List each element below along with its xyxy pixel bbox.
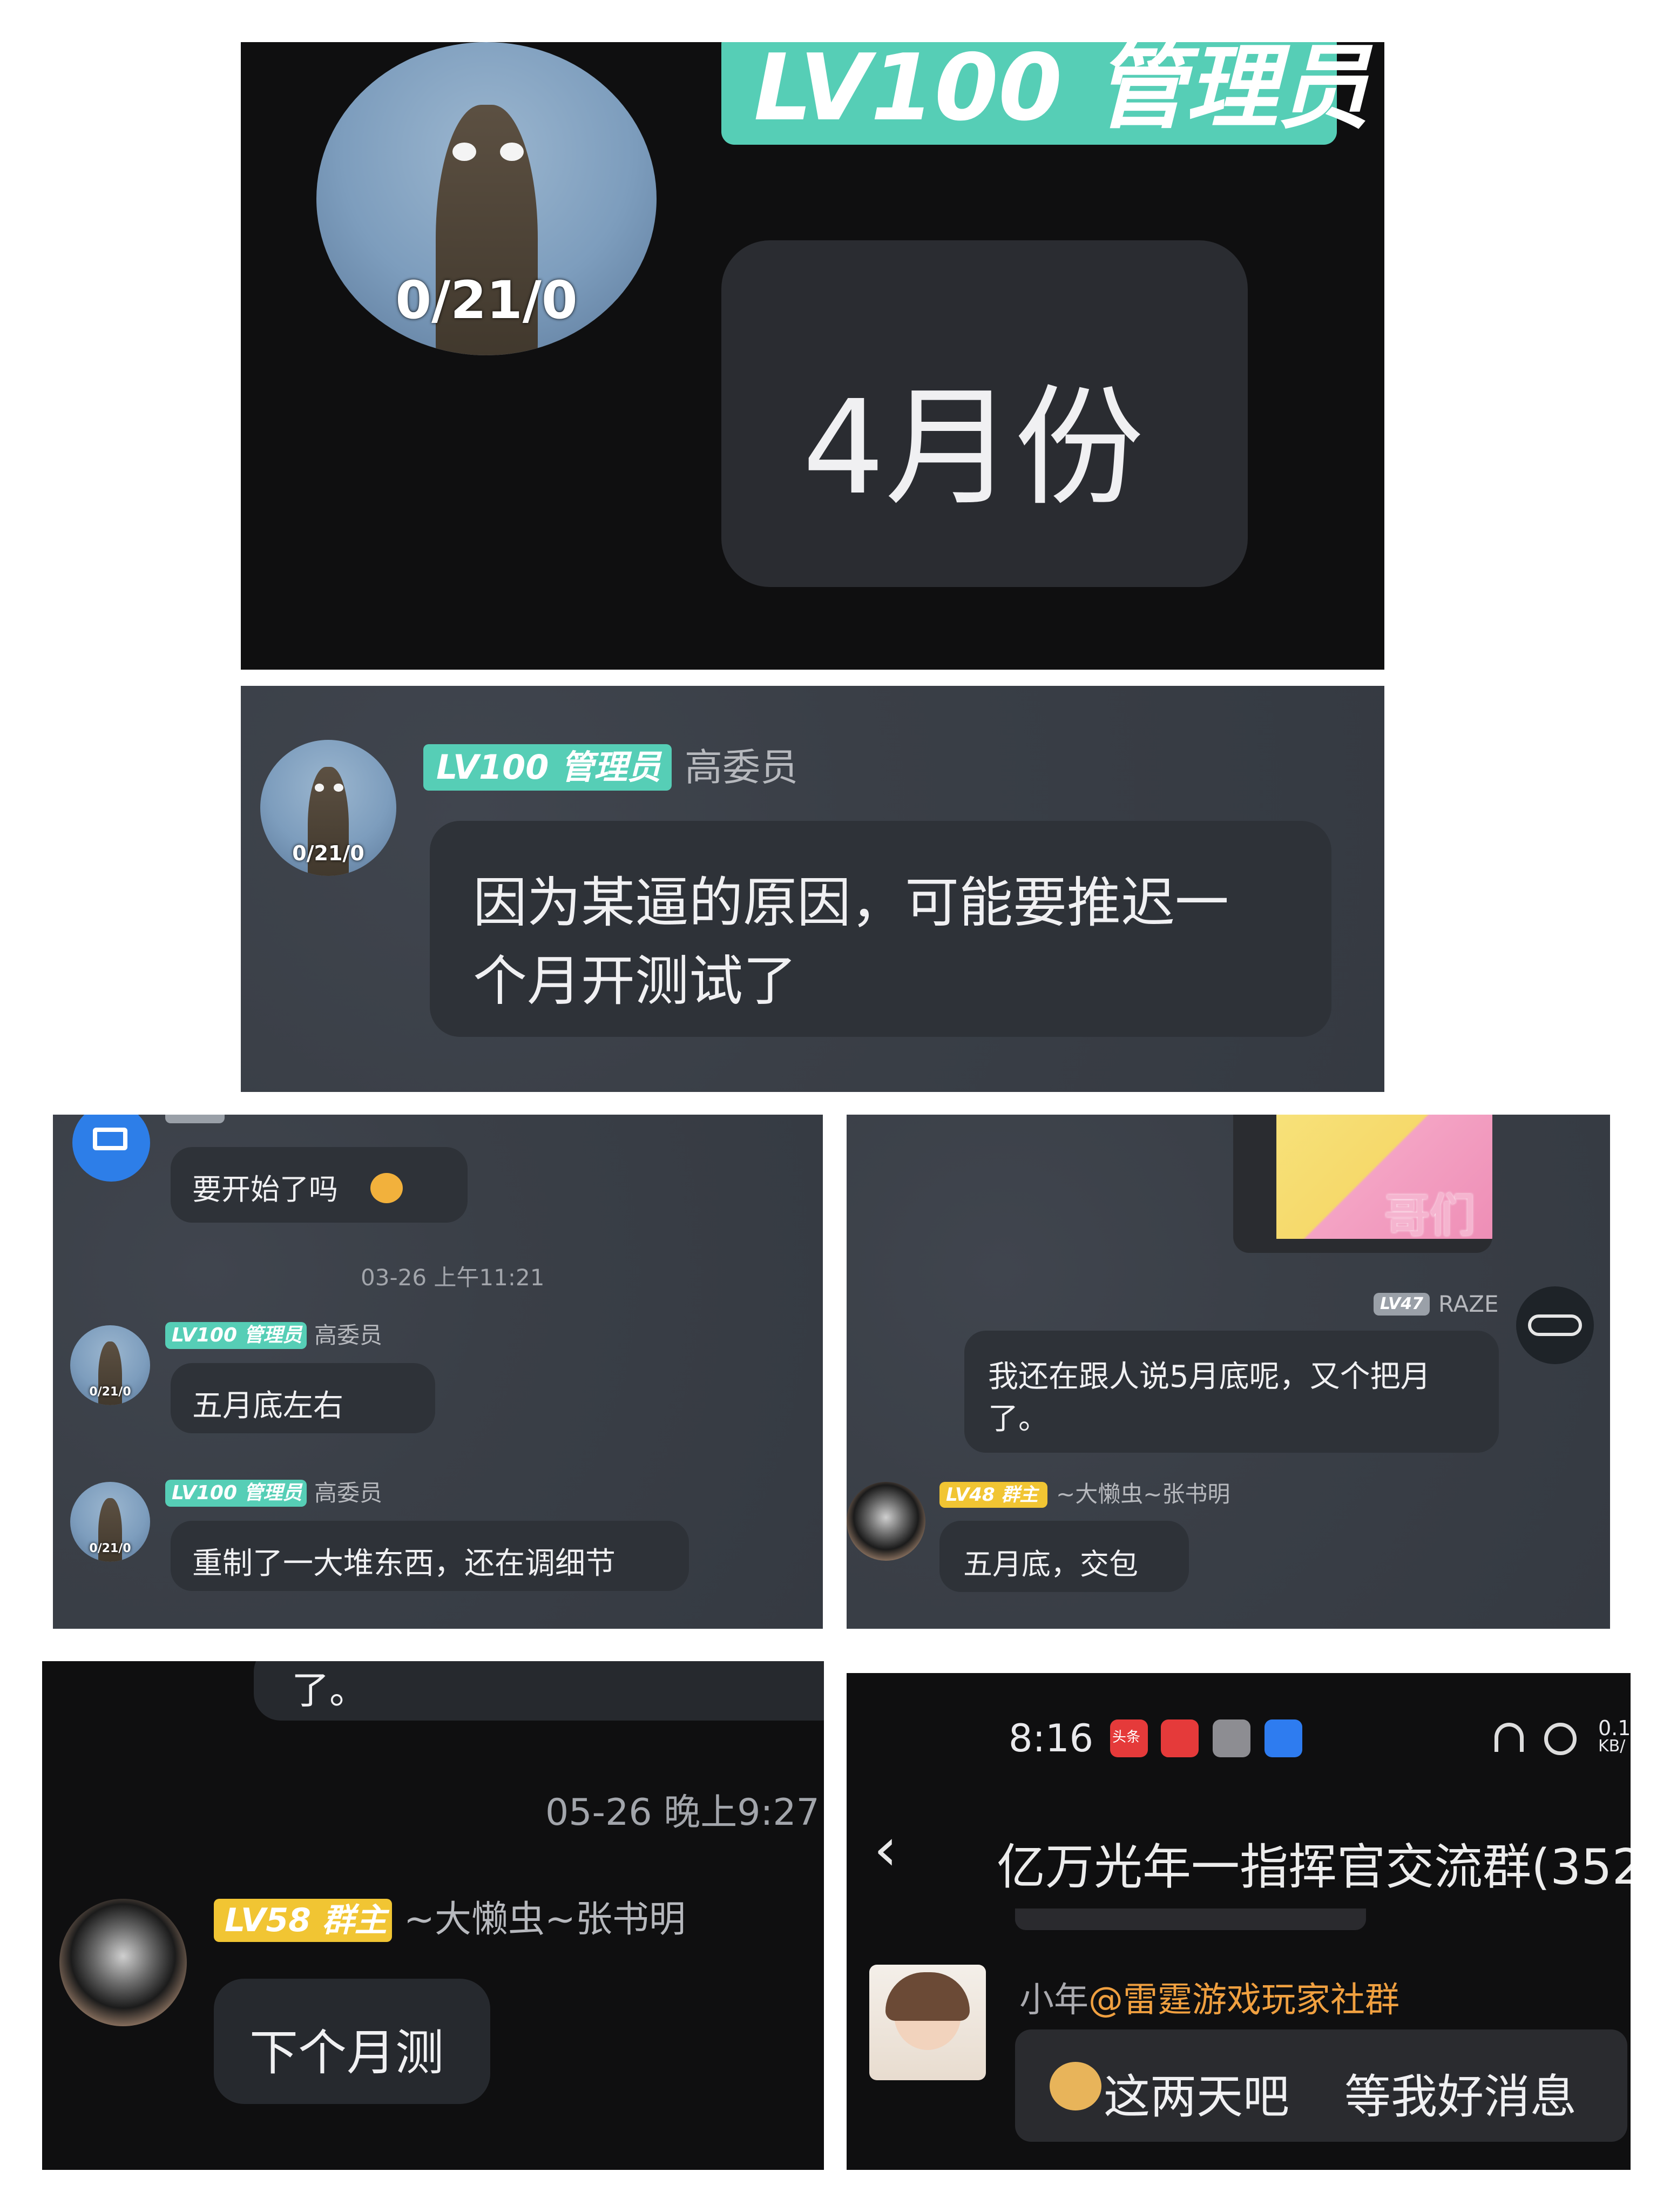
chat-title: 亿万光年一指挥官交流群(352) [997,1839,1631,1896]
message-text: 4月份 [802,372,1144,523]
avatar-label: 0/21/0 [89,1542,131,1556]
status-time: 8:16 [1009,1716,1094,1761]
level-badge-partial [165,1115,225,1123]
panel-admin-message: 0/21/0 LV100 管理员 高委员 因为某逼的原因，可能要推迟一 个月开测… [241,686,1384,1092]
message-text-line1: 我还在跟人说5月底呢，又个把月 [988,1359,1431,1394]
alarm-icon [1544,1723,1577,1755]
message-bubble[interactable]: 我还在跟人说5月底呢，又个把月 了。 [964,1331,1499,1453]
cat-emoji-icon [370,1173,403,1203]
message-text-line2: 个月开测试了 [473,949,797,1013]
settings-app-icon [1213,1719,1250,1757]
message-bubble[interactable]: 下个月测 [214,1979,490,2104]
sender-mention[interactable]: @雷霆游戏玩家社群 [1088,1972,1399,2022]
level-badge: LV100 管理员 [423,744,672,791]
message-bubble[interactable]: 这两天吧 等我好消息 [1015,2029,1627,2142]
sender-name: ~大懒虫~张书明 [404,1898,686,1941]
vr-headset-icon [1528,1314,1582,1336]
video-app-icon [1161,1719,1199,1757]
panel-admin-closeup: 0/21/0 LV100 管理员 4月份 [241,42,1384,670]
message-bubble[interactable]: 五月底，交包 [939,1521,1189,1592]
message-text-part1: 这两天吧 [1104,2070,1289,2124]
avatar-admin[interactable]: 0/21/0 [70,1325,150,1405]
panel-chat-march: 要开始了吗 03-26 上午11:21 0/21/0 LV100 管理员 高委员… [53,1115,823,1629]
message-bubble[interactable]: 五月底左右 [171,1363,435,1433]
sender-name: 高委员 [685,745,798,790]
message-text: 五月底左右 [192,1388,343,1424]
sender-name: 高委员 [314,1480,383,1506]
avatar-owner[interactable] [59,1899,187,2026]
sender-name: ~大懒虫~张书明 [1056,1481,1230,1507]
avatar-label: 0/21/0 [395,269,578,331]
timestamp: 03-26 上午11:21 [361,1264,545,1291]
headphone-icon [1495,1723,1524,1752]
avatar-user-blue[interactable] [72,1115,150,1182]
doge-emoji-icon [1050,2062,1101,2110]
level-badge: LV47 [1374,1293,1430,1316]
level-badge: LV58 群主 [214,1899,392,1942]
message-bubble[interactable]: 4月份 [721,240,1248,587]
level-badge: LV100 管理员 [165,1480,307,1507]
panel-chat-may: 了。 05-26 晚上9:27 LV58 群主 ~大懒虫~张书明 下个月测 [42,1661,824,2170]
level-badge: LV48 群主 [939,1482,1047,1508]
message-text-line2: 了。 [988,1401,1049,1437]
panel-phone-screen: 8:16 头条 0.1 KB/ ‹ 亿万光年一指挥官交流群(352) 小年 @雷… [847,1673,1631,2170]
pinned-bar [1015,1908,1366,1930]
avatar-admin[interactable]: 0/21/0 [70,1482,150,1562]
sender-name: RAZE [1438,1291,1499,1317]
timestamp: 05-26 晚上9:27 [545,1791,820,1834]
toutiao-app-icon: 头条 [1110,1719,1148,1757]
monitor-icon [93,1128,127,1150]
avatar-xiaonian[interactable] [869,1965,986,2080]
back-chevron-icon[interactable]: ‹ [874,1815,897,1884]
message-bubble[interactable]: 要开始了吗 [171,1147,468,1223]
message-text: 要开始了吗 [192,1172,338,1206]
avatar-admin[interactable]: 0/21/0 [316,42,657,355]
message-bubble[interactable]: 重制了一大堆东西，还在调细节 [171,1521,689,1591]
avatar-label: 0/21/0 [292,841,364,865]
sender-name: 小年 [1019,1980,1088,2020]
avatar-owner[interactable] [847,1482,925,1561]
message-text: 重制了一大堆东西，还在调细节 [192,1546,616,1581]
level-badge: LV100 管理员 [165,1322,307,1349]
cloud-app-icon [1264,1719,1302,1757]
sticker-image[interactable]: 哥们 [1233,1115,1492,1253]
message-text-part2: 等我好消息 [1344,2070,1577,2124]
avatar-label: 0/21/0 [89,1385,131,1399]
message-bubble[interactable]: 因为某逼的原因，可能要推迟一 个月开测试了 [430,821,1331,1037]
message-text: 了。 [292,1668,367,1712]
sender-name: 高委员 [314,1322,383,1348]
panel-chat-raze: 哥们 LV47 RAZE 我还在跟人说5月底呢，又个把月 了。 LV48 群主 … [847,1115,1610,1629]
level-badge: LV100 管理员 [721,42,1370,145]
message-text: 五月底，交包 [963,1547,1138,1581]
message-bubble-partial[interactable]: 了。 [254,1661,824,1721]
sticker-text: 哥们 [1384,1189,1476,1242]
avatar-raze[interactable] [1516,1286,1594,1364]
avatar-admin[interactable]: 0/21/0 [260,740,396,876]
net-speed-unit: KB/ [1598,1737,1626,1756]
message-text: 下个月测 [249,2025,444,2081]
message-text-line1: 因为某逼的原因，可能要推迟一 [473,871,1229,934]
